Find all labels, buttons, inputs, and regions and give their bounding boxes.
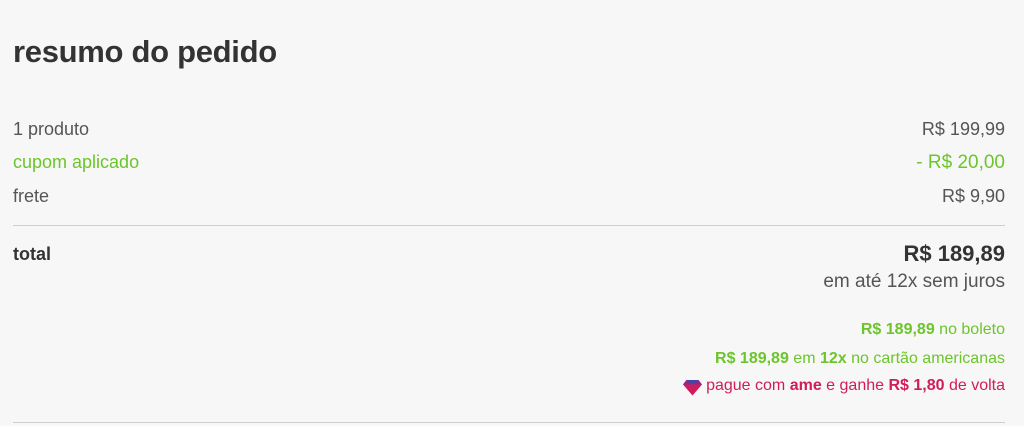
divider bbox=[13, 225, 1005, 226]
card-price: R$ 189,89 bbox=[715, 350, 789, 367]
ame-offer: pague com ame e ganhe R$ 1,80 de volta bbox=[682, 377, 1005, 395]
products-label: 1 produto bbox=[13, 119, 90, 139]
coupon-label: cupom aplicado bbox=[13, 152, 140, 172]
coupon-value: - R$ 20,00 bbox=[916, 152, 1005, 173]
ame-heart-icon bbox=[683, 379, 703, 395]
shipping-value: R$ 9,90 bbox=[941, 186, 1005, 206]
total-value: R$ 189,89 bbox=[903, 241, 1005, 266]
boleto-price: R$ 189,89 bbox=[860, 321, 935, 338]
boleto-offer: R$ 189,89 no boleto bbox=[861, 321, 1005, 339]
summary-title: resumo do pedido bbox=[13, 34, 277, 69]
card-text: no cartão americanas bbox=[846, 350, 1005, 367]
shipping-row: frete R$ 9,90 bbox=[13, 186, 1005, 207]
installments-text: em até 12x sem juros bbox=[823, 271, 1005, 292]
card-installments: 12x bbox=[819, 350, 847, 367]
total-label: total bbox=[13, 244, 51, 264]
card-offer: R$ 189,89 em 12x no cartão americanas bbox=[715, 350, 1005, 368]
ame-cashback: R$ 1,80 bbox=[888, 377, 945, 394]
coupon-row: cupom aplicado - R$ 20,00 bbox=[13, 152, 1005, 174]
shipping-label: frete bbox=[13, 186, 50, 206]
ame-mid: e ganhe bbox=[821, 377, 889, 394]
boleto-text: no boleto bbox=[934, 321, 1005, 338]
products-value: R$ 199,99 bbox=[921, 119, 1005, 139]
ame-suffix: de volta bbox=[944, 377, 1005, 394]
bottom-divider bbox=[13, 422, 1005, 423]
card-mid: em bbox=[788, 350, 820, 367]
order-summary: resumo do pedido 1 produto R$ 199,99 cup… bbox=[13, 0, 1005, 426]
ame-brand: ame bbox=[789, 377, 822, 394]
ame-prefix: pague com bbox=[706, 377, 786, 394]
products-row: 1 produto R$ 199,99 bbox=[13, 119, 1005, 140]
